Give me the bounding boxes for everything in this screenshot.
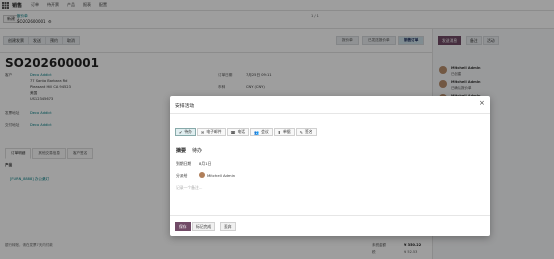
activity-type-document[interactable]: ⬆ 单据 (273, 128, 295, 136)
activity-type-label: 单据 (283, 129, 291, 134)
check-icon: ✔ (179, 129, 183, 135)
close-icon[interactable]: × (479, 100, 485, 107)
activity-type-call[interactable]: ☎ 电话 (226, 128, 250, 136)
note-input[interactable]: 记录一个备注... (176, 185, 202, 191)
activity-type-signature[interactable]: ✎ 签名 (295, 128, 317, 136)
activity-type-label: 电话 (237, 129, 246, 134)
activity-type-selector: ✔ 待办 ✉ 电子邮件 ☎ 电话 👥 会议 ⬆ 单据 ✎ 签名 (175, 128, 318, 136)
dialog-footer: 保存 标记完成 丢弃 (170, 215, 490, 236)
dialog-header: 安排活动 × (170, 96, 490, 114)
activity-type-email[interactable]: ✉ 电子邮件 (196, 128, 226, 136)
activity-type-todo[interactable]: ✔ 待办 (175, 128, 196, 136)
due-date-field[interactable]: 8月1日 (199, 161, 211, 167)
assigned-to-label: 分派给 (176, 173, 188, 178)
discard-button[interactable]: 丢弃 (220, 222, 236, 231)
pencil-icon: ✎ (299, 129, 303, 135)
activity-type-label: 签名 (304, 129, 313, 134)
assigned-to-field[interactable]: Mitchell Admin (207, 173, 235, 178)
schedule-activity-dialog: 安排活动 × ✔ 待办 ✉ 电子邮件 ☎ 电话 👥 会议 ⬆ 单据 ✎ 签名 摘要 待办 到… (170, 96, 490, 236)
upload-icon: ⬆ (277, 129, 282, 135)
due-date-label: 到期日期 (176, 161, 192, 166)
summary-input[interactable]: 待办 (192, 147, 202, 154)
phone-icon: ☎ (230, 129, 236, 135)
avatar (199, 172, 205, 178)
summary-label: 摘要 (176, 148, 187, 154)
envelope-icon: ✉ (200, 129, 205, 135)
activity-type-label: 电子邮件 (206, 129, 222, 134)
mark-done-button[interactable]: 标记完成 (192, 222, 216, 231)
dialog-title: 安排活动 (175, 104, 195, 109)
activity-type-label: 会议 (261, 129, 269, 134)
activity-type-meeting[interactable]: 👥 会议 (250, 128, 273, 136)
save-button[interactable]: 保存 (175, 222, 191, 231)
activity-type-label: 待办 (184, 129, 192, 134)
users-icon: 👥 (254, 129, 260, 135)
